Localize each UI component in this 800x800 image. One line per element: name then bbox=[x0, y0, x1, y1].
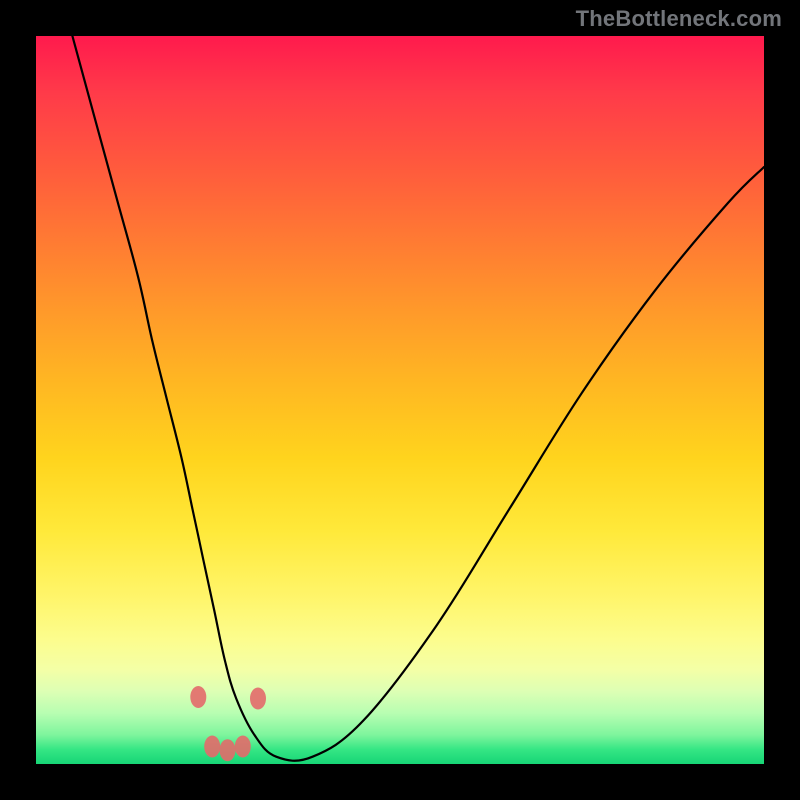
curve-marker-2 bbox=[204, 736, 220, 758]
curve-markers bbox=[190, 686, 266, 761]
curve-layer bbox=[36, 36, 764, 764]
curve-marker-4 bbox=[220, 739, 236, 761]
curve-marker-1 bbox=[250, 688, 266, 710]
bottleneck-curve bbox=[72, 36, 764, 761]
curve-marker-0 bbox=[190, 686, 206, 708]
chart-frame: TheBottleneck.com bbox=[0, 0, 800, 800]
curve-marker-3 bbox=[235, 736, 251, 758]
plot-area bbox=[36, 36, 764, 764]
watermark-text: TheBottleneck.com bbox=[576, 6, 782, 32]
